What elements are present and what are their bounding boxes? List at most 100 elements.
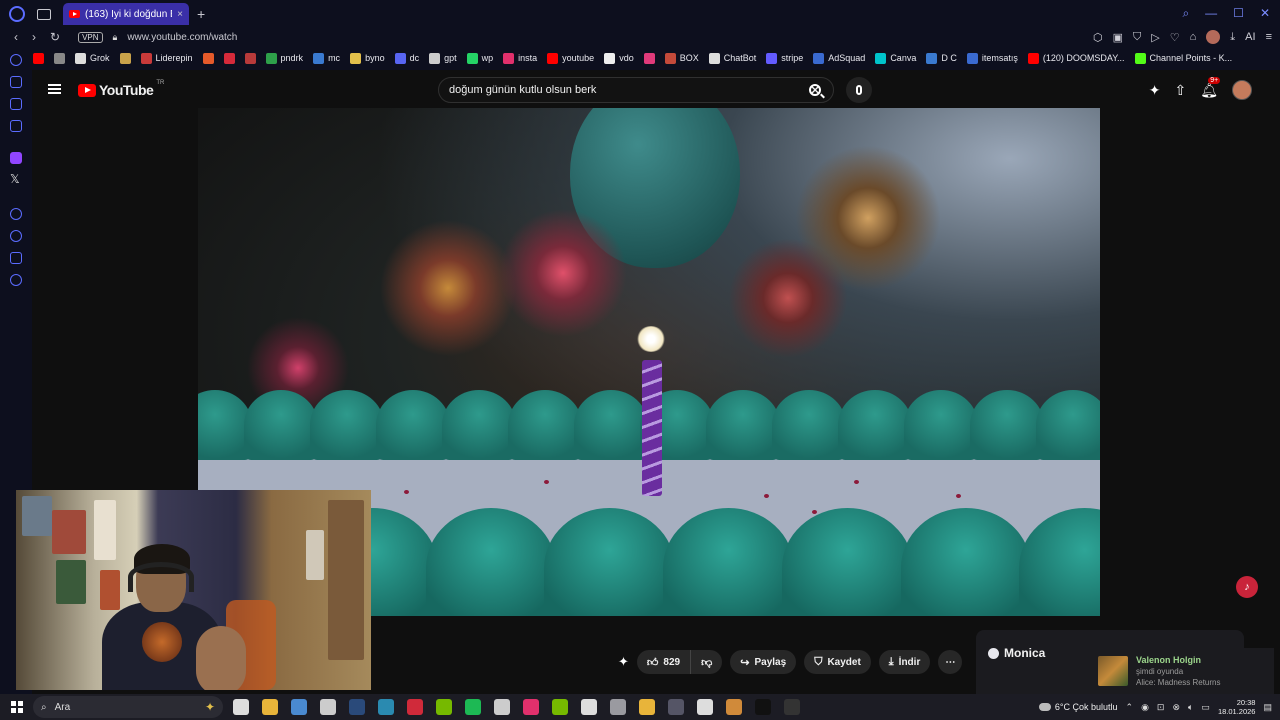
sidebar-twitch-icon[interactable] <box>10 152 22 164</box>
search-tabs-icon[interactable]: ⌕ <box>1182 6 1189 21</box>
bookmark-item[interactable]: mc <box>313 52 340 64</box>
app-icon[interactable] <box>581 699 597 715</box>
task-view-icon[interactable] <box>233 699 249 715</box>
tiktok-icon[interactable] <box>755 699 771 715</box>
floating-assistant-icon[interactable]: ♪ <box>1236 576 1258 598</box>
menu-hamburger-icon[interactable] <box>48 84 61 94</box>
close-window-icon[interactable]: ✕ <box>1260 6 1270 21</box>
shield-icon[interactable]: ⛉ <box>1133 31 1141 44</box>
ai-sparkle-icon[interactable]: ✦ <box>618 654 629 670</box>
bookmark-item[interactable]: dc <box>394 52 419 64</box>
taskbar-clock[interactable]: 20:38 18.01.2026 <box>1218 698 1256 716</box>
taskbar-search[interactable]: ⌕ Ara ✦ <box>33 696 223 718</box>
aria-ai-icon[interactable]: AI <box>1245 31 1255 43</box>
game-activity-notification[interactable]: Valenon Holgin şimdi oyunda Alice: Madne… <box>1092 648 1274 694</box>
app-icon[interactable] <box>610 699 626 715</box>
sidebar-gift-icon[interactable] <box>10 98 22 110</box>
lock-icon[interactable]: 🔒︎ <box>113 32 118 43</box>
tray-chevron-icon[interactable]: ⌃ <box>1126 702 1134 713</box>
heart-icon[interactable]: ♡ <box>1170 31 1180 44</box>
opera-logo-icon[interactable] <box>9 6 25 22</box>
photos-icon[interactable] <box>291 699 307 715</box>
bookmark-item[interactable]: stripe <box>766 52 803 64</box>
nvidia-icon[interactable] <box>436 699 452 715</box>
app-icon[interactable] <box>668 699 684 715</box>
bookmark-item[interactable]: pndrk <box>265 52 303 64</box>
bookmark-item[interactable]: ChatBot <box>708 52 756 64</box>
steam-icon[interactable] <box>349 699 365 715</box>
search-input[interactable]: doğum günün kutlu olsun berk ✕ <box>438 77 834 103</box>
tab-menu-icon[interactable] <box>37 8 51 20</box>
sidebar-m-icon[interactable] <box>10 120 22 132</box>
bookmark-item[interactable]: BOX <box>664 52 699 64</box>
upload-icon[interactable]: ⇧ <box>1174 82 1186 99</box>
save-button[interactable]: ⛉ Kaydet <box>804 650 871 674</box>
bookmark-item[interactable]: Channel Points - K... <box>1134 52 1232 64</box>
sidebar-settings-icon[interactable] <box>10 274 22 286</box>
dislike-button[interactable]: 👎︎ <box>691 650 723 674</box>
back-icon[interactable]: ‹ <box>14 30 18 44</box>
spotify-icon[interactable] <box>465 699 481 715</box>
vpn-badge[interactable]: VPN <box>78 31 103 43</box>
forward-icon[interactable]: › <box>32 30 36 44</box>
bookmark-item[interactable] <box>202 52 214 64</box>
reload-icon[interactable]: ↻ <box>50 30 60 44</box>
bookmark-item[interactable]: gpt <box>429 52 457 64</box>
menu-icon[interactable]: ≡ <box>1266 31 1272 43</box>
search-button[interactable] <box>800 78 830 102</box>
instagram-icon[interactable] <box>523 699 539 715</box>
file-explorer-icon[interactable] <box>262 699 278 715</box>
bookmark-item[interactable] <box>54 52 65 64</box>
start-button[interactable] <box>11 701 23 713</box>
notification-center-icon[interactable]: ▤ <box>1263 702 1272 713</box>
maximize-icon[interactable]: ☐ <box>1233 6 1244 21</box>
notifications-icon[interactable]: 🔔︎ 9+ <box>1200 76 1221 99</box>
share-button[interactable]: ↪ Paylaş <box>730 650 797 674</box>
bookmark-item[interactable]: wp <box>466 52 493 64</box>
network-icon[interactable]: ⊗ <box>1172 702 1180 713</box>
minimize-icon[interactable]: — <box>1205 6 1217 21</box>
voice-search-button[interactable] <box>846 77 872 103</box>
download-button[interactable]: ⤓ İndir <box>878 650 931 674</box>
new-tab-button[interactable]: + <box>197 6 205 22</box>
bookmark-item[interactable] <box>643 52 655 64</box>
puzzle-icon[interactable]: ⌂ <box>1190 31 1197 43</box>
bookmark-item[interactable]: youtube <box>547 52 594 64</box>
nvidia-icon[interactable] <box>552 699 568 715</box>
bookmark-item[interactable]: (120) DOOMSDAY... <box>1027 52 1125 64</box>
battery-icon[interactable]: ▭ <box>1201 702 1210 713</box>
sidebar-refresh-icon[interactable] <box>10 54 22 66</box>
app-icon[interactable] <box>320 699 336 715</box>
profile-avatar[interactable] <box>1206 30 1221 44</box>
bookmark-item[interactable] <box>244 52 256 64</box>
bookmark-item[interactable]: insta <box>503 52 537 64</box>
bookmark-item[interactable]: Canva <box>875 52 916 64</box>
bookmark-item[interactable] <box>119 52 131 64</box>
weather-widget[interactable]: 6°C Çok bulutlu <box>1038 702 1118 712</box>
download-icon[interactable]: ⤓ <box>1230 31 1235 44</box>
browser-tab-active[interactable]: (163) İyi ki doğdun BERK × <box>63 3 189 25</box>
bookmark-item[interactable]: byno <box>350 52 385 64</box>
opera-icon[interactable] <box>407 699 423 715</box>
play-icon[interactable]: ▷ <box>1151 31 1159 44</box>
sidebar-player-icon[interactable] <box>10 208 22 220</box>
sidebar-shop-icon[interactable] <box>10 76 22 88</box>
tray-app-icon[interactable]: ◉ <box>1141 702 1149 713</box>
bookmark-item[interactable]: AdSquad <box>813 52 865 64</box>
snapshot-icon[interactable]: ▣ <box>1113 31 1123 44</box>
youtube-logo[interactable]: YouTube TR <box>78 80 164 98</box>
app-icon[interactable] <box>697 699 713 715</box>
chrome-icon[interactable] <box>639 699 655 715</box>
bookmark-item[interactable] <box>33 52 44 64</box>
bookmark-item[interactable]: vdo <box>604 52 634 64</box>
epic-games-icon[interactable] <box>784 699 800 715</box>
sidebar-extensions-icon[interactable] <box>10 252 22 264</box>
tab-close-icon[interactable]: × <box>177 9 183 20</box>
bookmark-item[interactable]: D C <box>926 52 957 64</box>
more-actions-button[interactable]: ⋯ <box>938 650 963 674</box>
volume-icon[interactable]: 🔈︎ <box>1188 702 1193 713</box>
like-button[interactable]: 👍︎ 829 <box>636 650 692 674</box>
bookmark-item[interactable] <box>223 52 235 64</box>
app-icon[interactable] <box>494 699 510 715</box>
app-icon[interactable] <box>378 699 394 715</box>
